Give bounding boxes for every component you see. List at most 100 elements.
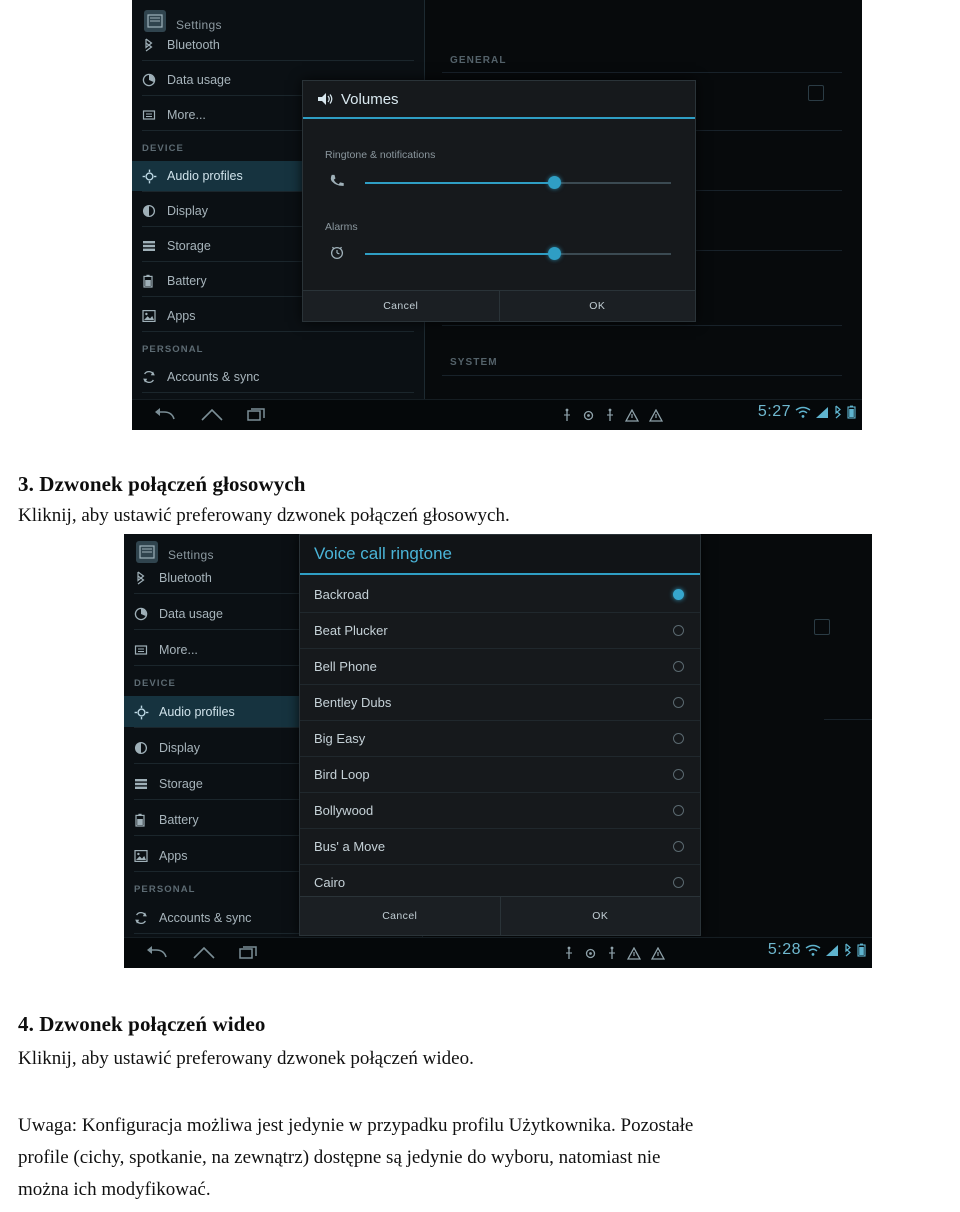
- divider: [142, 60, 414, 61]
- checkbox-unchecked[interactable]: [814, 619, 830, 635]
- sidebar-item-label: Accounts & sync: [167, 370, 260, 384]
- ringtone-option-row[interactable]: Bell Phone: [300, 649, 700, 685]
- settings-group-label: DEVICE: [134, 678, 176, 689]
- sync-icon: [134, 911, 148, 925]
- note-line-3: można ich modyfikować.: [18, 1179, 211, 1200]
- signal-icon: [816, 406, 828, 418]
- radio-unselected-icon[interactable]: [673, 625, 684, 636]
- sync-icon: [142, 370, 156, 384]
- radio-selected-icon[interactable]: [673, 589, 684, 600]
- section-4-body: Kliknij, aby ustawić preferowany dzwonek…: [18, 1048, 474, 1069]
- audio-profiles-icon: [142, 169, 157, 184]
- audio-profiles-icon: [134, 705, 149, 719]
- more-icon: [142, 108, 156, 122]
- storage-icon: [134, 777, 148, 791]
- recent-apps-icon[interactable]: [246, 407, 268, 428]
- ringtone-option-row[interactable]: Bus' a Move: [300, 829, 700, 865]
- radio-unselected-icon[interactable]: [673, 733, 684, 744]
- radio-unselected-icon[interactable]: [673, 697, 684, 708]
- ringtone-option-row[interactable]: Bird Loop: [300, 757, 700, 793]
- sidebar-item-label: Apps: [159, 848, 188, 863]
- radio-unselected-icon[interactable]: [673, 877, 684, 888]
- bluetooth-icon: [845, 943, 851, 957]
- cancel-button[interactable]: Cancel: [300, 897, 500, 935]
- settings-group-label: DEVICE: [142, 143, 184, 154]
- divider: [442, 375, 842, 376]
- recent-apps-icon[interactable]: [238, 945, 260, 966]
- ringtone-option-label: Cairo: [314, 875, 346, 890]
- volumes-dialog: Volumes Ringtone & notifications Alarms: [302, 80, 696, 322]
- note-line-2: profile (cichy, spotkanie, na zewnątrz) …: [18, 1147, 661, 1168]
- sidebar-item-bluetooth[interactable]: Bluetooth: [132, 30, 424, 60]
- ringtone-option-row[interactable]: Big Easy: [300, 721, 700, 757]
- radio-unselected-icon[interactable]: [673, 805, 684, 816]
- bluetooth-icon: [835, 405, 841, 419]
- ringtone-option-label: Big Easy: [314, 731, 366, 746]
- radio-unselected-icon[interactable]: [673, 841, 684, 852]
- bluetooth-icon: [134, 571, 148, 585]
- settings-group-label: PERSONAL: [134, 884, 196, 895]
- ok-button[interactable]: OK: [499, 897, 700, 935]
- home-icon[interactable]: [200, 407, 224, 428]
- settings-app-icon: [136, 541, 158, 563]
- sidebar-item-label: Data usage: [167, 73, 231, 87]
- ringtone-option-row[interactable]: Bentley Dubs: [300, 685, 700, 721]
- settings-app-icon: [144, 10, 166, 32]
- ringtone-dialog-title: Voice call ringtone: [300, 535, 700, 575]
- ok-button[interactable]: OK: [498, 291, 695, 321]
- ringtone-notifications-label: Ringtone & notifications: [325, 149, 436, 161]
- back-icon[interactable]: [154, 407, 176, 428]
- status-clock: 5:28: [767, 941, 801, 958]
- alarms-slider-fill: [365, 253, 555, 255]
- divider: [442, 72, 842, 73]
- warning-icon: [651, 946, 665, 960]
- ringtone-option-row[interactable]: Cairo: [300, 865, 700, 897]
- battery-icon: [134, 813, 148, 827]
- sidebar-item-label: Accounts & sync: [159, 910, 252, 925]
- settings-sync-icon: [583, 410, 594, 420]
- ringtone-option-label: Bird Loop: [314, 767, 370, 782]
- sidebar-item-label: Audio profiles: [159, 704, 235, 719]
- back-icon[interactable]: [146, 945, 168, 966]
- sidebar-item-label: Storage: [167, 239, 211, 253]
- status-tray-icons: [562, 408, 663, 422]
- checkbox-unchecked[interactable]: [808, 85, 824, 101]
- usb-icon: [566, 946, 572, 959]
- sidebar-item-label: Data usage: [159, 606, 223, 621]
- ringtone-option-row[interactable]: Beat Plucker: [300, 613, 700, 649]
- gear-icon: [139, 545, 155, 559]
- sidebar-item-label: Bluetooth: [167, 38, 220, 52]
- divider: [142, 331, 414, 332]
- section-4-heading: 4. Dzwonek połączeń wideo: [18, 1012, 266, 1036]
- sidebar-item-label: Battery: [167, 274, 207, 288]
- wifi-icon: [795, 406, 811, 418]
- home-icon[interactable]: [192, 945, 216, 966]
- data-usage-icon: [134, 607, 148, 621]
- ringtone-options-list[interactable]: Backroad Beat Plucker Bell Phone Bentley Du…: [300, 577, 700, 897]
- warning-icon: [625, 408, 639, 422]
- display-icon: [134, 741, 148, 755]
- bluetooth-icon: [142, 38, 156, 52]
- radio-unselected-icon[interactable]: [673, 661, 684, 672]
- ringtone-slider-knob[interactable]: [548, 176, 561, 189]
- usb-debug-icon: [607, 408, 613, 421]
- android-navigation-bar: 5:28: [124, 937, 872, 968]
- storage-icon: [142, 239, 156, 253]
- cancel-button[interactable]: Cancel: [303, 291, 499, 321]
- alarms-slider-knob[interactable]: [548, 247, 561, 260]
- warning-icon: [627, 946, 641, 960]
- note-line-1: Uwaga: Konfiguracja możliwa jest jedynie…: [18, 1115, 694, 1136]
- ringtone-option-row[interactable]: Bollywood: [300, 793, 700, 829]
- sidebar-item-accounts-sync[interactable]: Accounts & sync: [132, 362, 424, 392]
- gear-icon: [147, 14, 163, 28]
- sidebar-item-label: Display: [159, 740, 200, 755]
- radio-unselected-icon[interactable]: [673, 769, 684, 780]
- right-pane-group-general: GENERAL: [450, 55, 507, 66]
- warning-icon: [649, 408, 663, 422]
- ringtone-option-row[interactable]: Backroad: [300, 577, 700, 613]
- battery-icon: [847, 405, 856, 419]
- divider: [824, 719, 872, 720]
- display-icon: [142, 204, 156, 218]
- ringtone-option-label: Bentley Dubs: [314, 695, 392, 710]
- ringtone-option-label: Bell Phone: [314, 659, 377, 674]
